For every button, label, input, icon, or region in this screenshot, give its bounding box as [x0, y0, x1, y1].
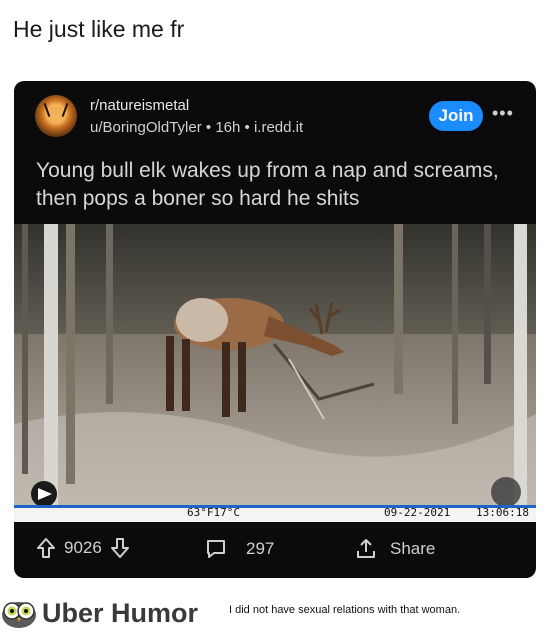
subreddit-name[interactable]: r/natureismetal [90, 97, 189, 114]
upvote-count: 9026 [64, 538, 102, 557]
reddit-post-card: r/natureismetal u/BoringOldTyler • 16h •… [14, 81, 536, 578]
post-title[interactable]: Young bull elk wakes up from a nap and s… [36, 157, 526, 213]
camera-timestamp: 63°F17°C 09-22-2021 13:06:18 [14, 505, 536, 522]
more-options-icon[interactable]: ••• [492, 103, 514, 124]
camera-time: 13:06:18 [476, 506, 529, 519]
comments-button[interactable]: 297 [204, 537, 274, 561]
uber-humor-brand: Uber Humor [0, 597, 198, 629]
footer-quote: I did not have sexual relations with tha… [229, 604, 461, 616]
owl-logo-icon [2, 602, 36, 628]
camera-temperature: 63°F17°C [187, 506, 240, 519]
join-button[interactable]: Join [429, 101, 483, 131]
meta-separator: • [244, 119, 250, 136]
meta-separator: • [205, 119, 212, 136]
brand-name: Uber Humor [42, 597, 199, 628]
comment-count: 297 [246, 539, 275, 558]
share-icon [357, 539, 375, 558]
camera-date: 09-22-2021 [384, 506, 451, 519]
post-age: 16h [215, 119, 241, 136]
post-action-bar: 9026 297 Share [14, 527, 536, 571]
share-label: Share [390, 539, 436, 558]
comment-icon [207, 540, 225, 558]
post-image[interactable] [14, 224, 536, 518]
post-author[interactable]: u/BoringOldTyler [90, 119, 202, 136]
post-domain[interactable]: i.redd.it [254, 119, 303, 136]
share-button[interactable]: Share [354, 537, 435, 561]
vote-group: 9026 [36, 537, 130, 559]
downvote-icon[interactable] [110, 537, 130, 559]
post-meta: u/BoringOldTyler • 16h • i.redd.it [90, 119, 303, 136]
caption-text: He just like me fr [13, 16, 185, 42]
subreddit-avatar[interactable] [35, 95, 77, 137]
upvote-icon[interactable] [36, 537, 56, 559]
